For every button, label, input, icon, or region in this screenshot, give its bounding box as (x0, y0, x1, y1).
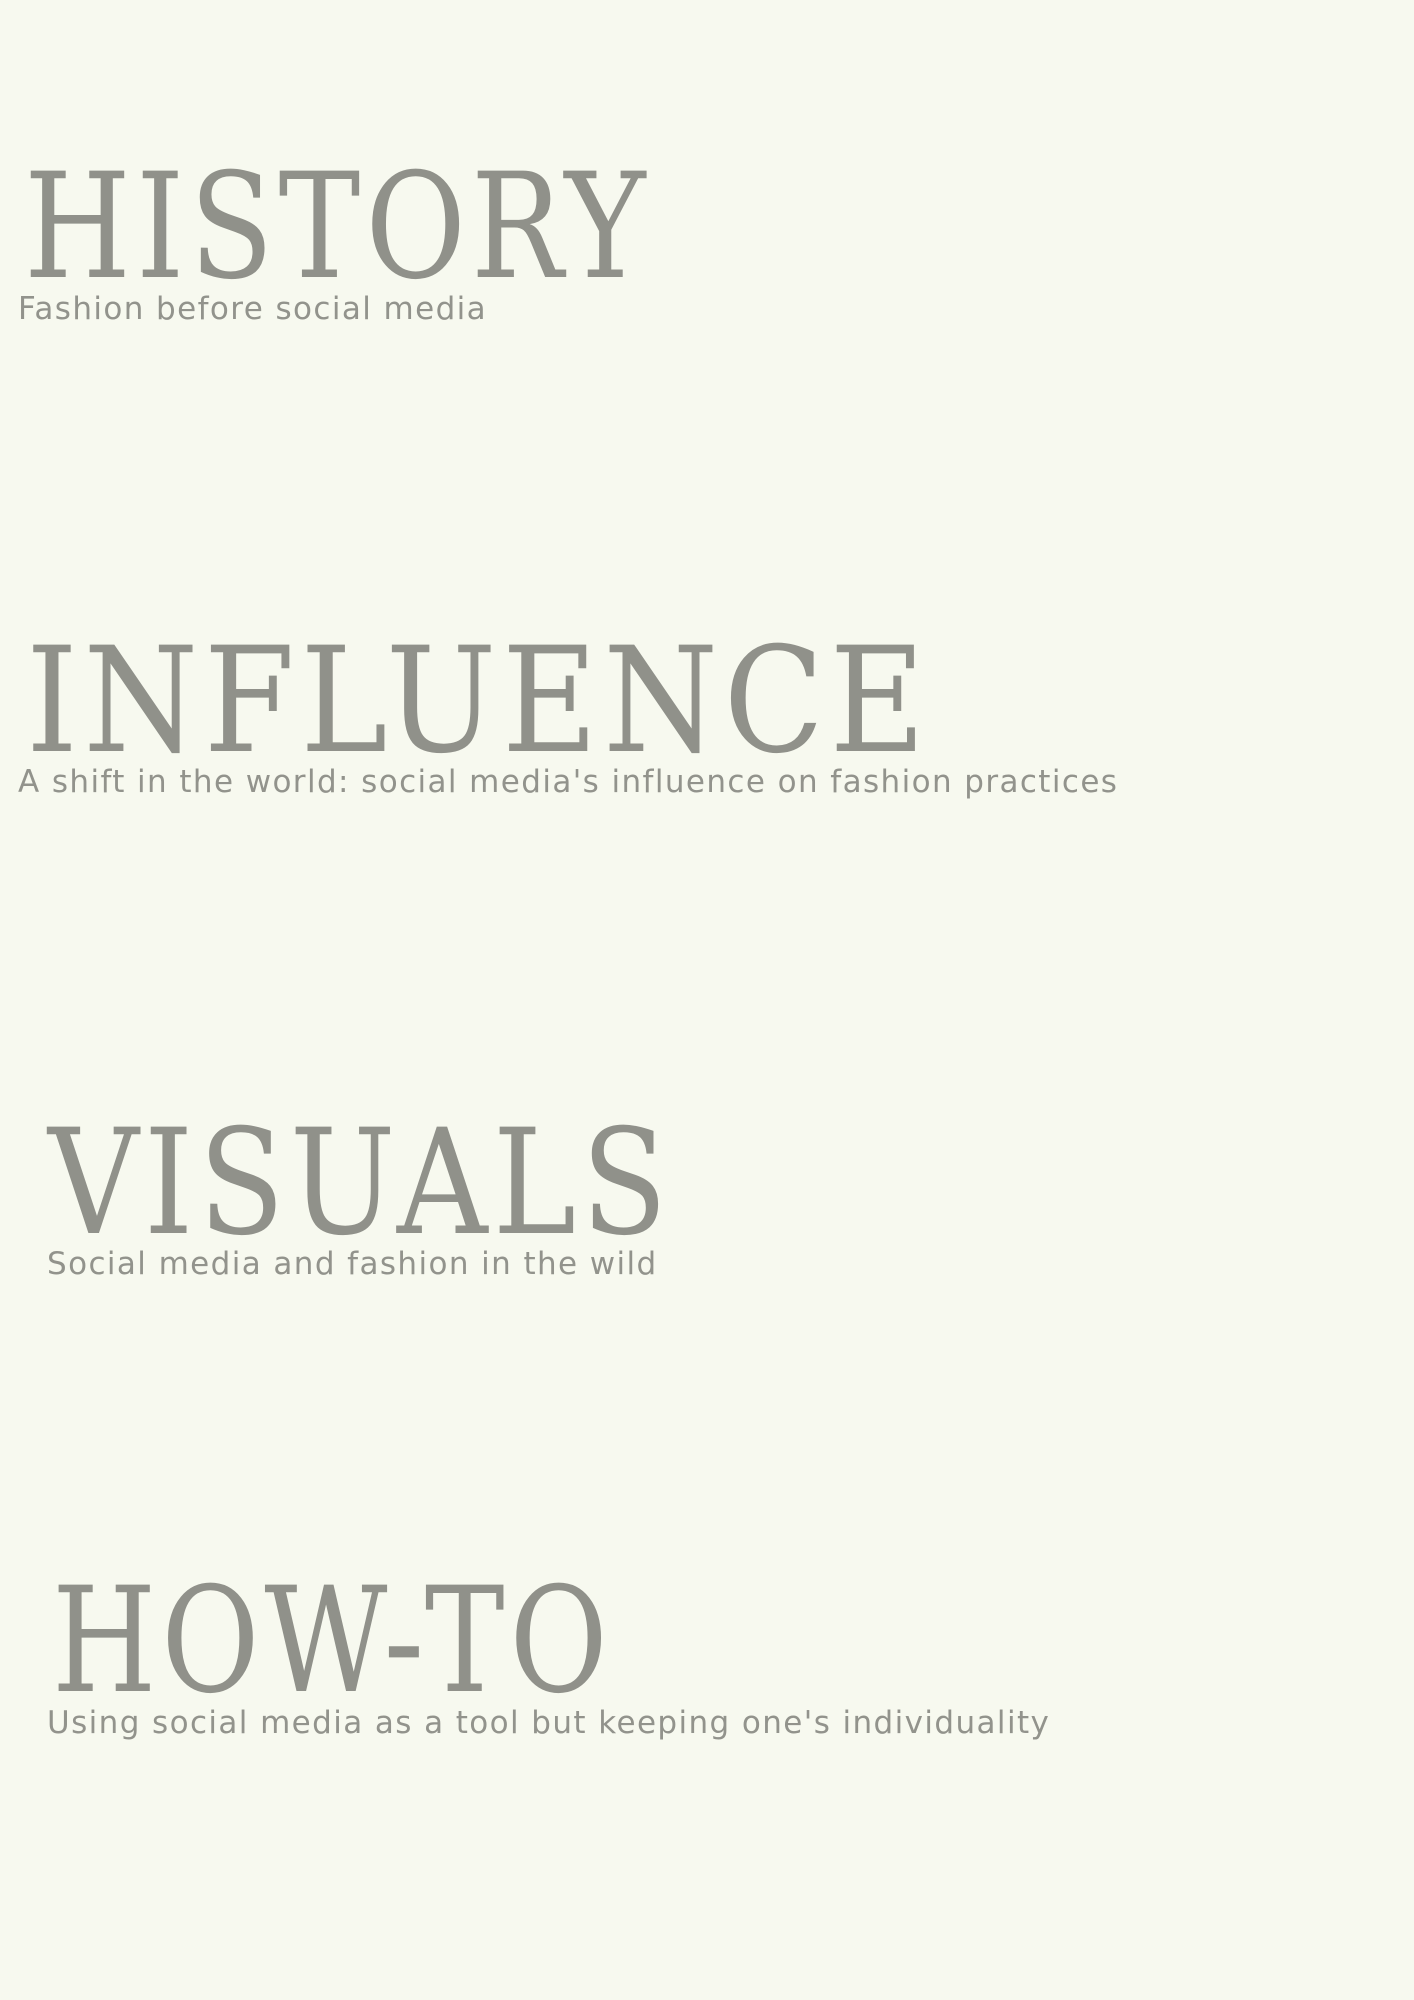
section-subtitle-influence: A shift in the world: social media's inf… (18, 764, 1119, 800)
section-title-influence: INFLUENCE (26, 616, 931, 786)
section-title-history: HISTORY (24, 142, 651, 312)
section-subtitle-how-to: Using social media as a tool but keeping… (47, 1705, 1051, 1741)
section-subtitle-visuals: Social media and fashion in the wild (47, 1246, 658, 1282)
section-title-visuals: VISUALS (48, 1098, 673, 1268)
section-subtitle-history: Fashion before social media (18, 291, 488, 327)
section-title-how-to: HOW-TO (52, 1556, 613, 1726)
